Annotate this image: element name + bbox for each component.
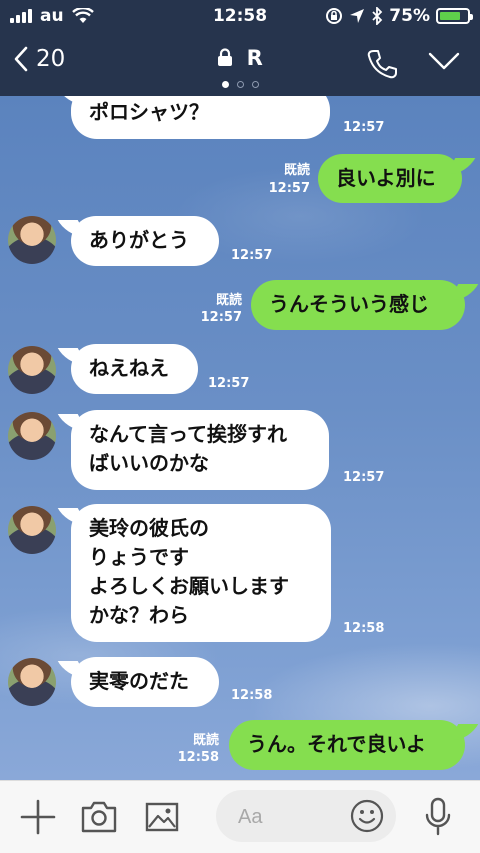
message-time: 12:57 (343, 120, 385, 135)
message-text-line: かな？わら (89, 603, 189, 627)
message-time: 12:58 (343, 621, 385, 636)
emoji-icon[interactable] (350, 799, 384, 833)
message-text-line: よろしくお願いします (89, 574, 289, 598)
chat-area[interactable]: ポロシャツ？ 12:57 既読 12:57 良いよ別に ありがとう 12:57 … (0, 96, 480, 780)
message-text: ありがとう (89, 228, 189, 252)
message-bubble-incoming[interactable]: なんて言って挨拶すれ ばいいのかな (71, 410, 329, 490)
message-text-line: 美玲の彼氏の (89, 516, 209, 540)
avatar[interactable] (8, 216, 56, 264)
message-time: 12:57 (268, 181, 310, 196)
message-input[interactable] (236, 802, 350, 832)
message-bubble-incoming[interactable]: 実零のだた (71, 657, 219, 707)
message-time: 12:58 (231, 688, 273, 703)
message-bubble-incoming[interactable]: ポロシャツ？ (71, 96, 330, 139)
battery-icon (436, 8, 473, 24)
message-field[interactable] (216, 790, 396, 842)
message-bubble-incoming[interactable]: ねえねえ (71, 344, 198, 394)
plus-icon[interactable] (20, 799, 56, 835)
message-time: 12:57 (231, 248, 273, 263)
avatar[interactable] (8, 506, 56, 554)
message-bubble-outgoing[interactable]: 良いよ別に (318, 154, 462, 203)
message-bubble-outgoing[interactable]: うんそういう感じ (251, 280, 465, 330)
message-time: 12:58 (177, 750, 219, 765)
status-bar: au 12:58 75% (0, 0, 480, 34)
read-receipt: 既読 (215, 293, 242, 308)
avatar[interactable] (8, 346, 56, 394)
message-time: 12:57 (343, 470, 385, 485)
page-dot (236, 81, 244, 88)
message-bubble-incoming[interactable]: ありがとう (71, 216, 219, 266)
message-text: ポロシャツ？ (89, 100, 209, 124)
message-text: 実零のだた (89, 669, 189, 693)
message-time: 12:57 (200, 310, 242, 325)
read-receipt: 既読 (192, 733, 219, 748)
message-text-line: ばいいのかな (89, 451, 209, 475)
message-text: ねえねえ (89, 356, 169, 380)
camera-icon[interactable] (80, 799, 118, 835)
chevron-down-icon[interactable] (428, 52, 460, 70)
lock-icon (218, 48, 233, 66)
message-bubble-incoming[interactable]: 美玲の彼氏の りょうです よろしくお願いします かな？わら (71, 504, 331, 642)
message-input-bar (0, 780, 480, 853)
page-dot (221, 81, 229, 88)
battery-percent: 75% (389, 6, 430, 26)
chat-title-text: R (246, 46, 263, 70)
avatar[interactable] (8, 412, 56, 460)
status-right: 75% (325, 6, 473, 26)
location-icon (350, 9, 365, 23)
page-dot (251, 81, 259, 88)
read-receipt: 既読 (283, 163, 310, 178)
message-text: うん。それで良いよ (247, 732, 426, 756)
message-text-line: りょうです (89, 545, 189, 569)
avatar[interactable] (8, 658, 56, 706)
message-text-line: なんて言って挨拶すれ (89, 422, 287, 446)
message-bubble-outgoing[interactable]: うん。それで良いよ (229, 720, 465, 770)
message-time: 12:57 (208, 376, 250, 391)
orientation-lock-icon (326, 8, 343, 24)
page-indicator (0, 81, 480, 88)
microphone-icon[interactable] (424, 797, 452, 837)
image-icon[interactable] (144, 799, 180, 835)
message-text: 良いよ別に (336, 166, 436, 190)
bluetooth-icon (372, 7, 383, 25)
chat-header: 20 R (0, 34, 480, 96)
phone-icon[interactable] (366, 48, 398, 80)
message-text: うんそういう感じ (269, 292, 429, 316)
chat-title[interactable]: R (0, 46, 480, 70)
